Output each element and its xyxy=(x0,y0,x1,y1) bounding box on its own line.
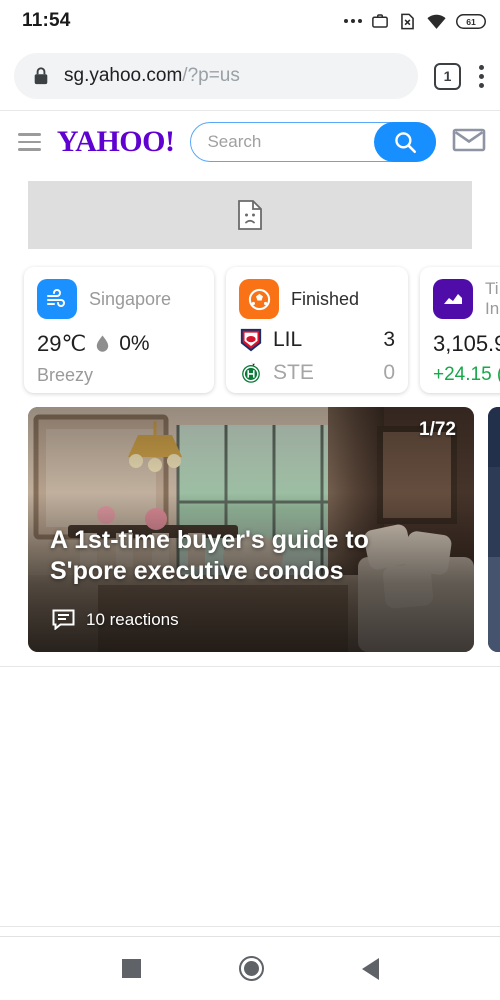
finance-index-line1: Ti xyxy=(485,279,499,298)
browser-toolbar: sg.yahoo.com/?p=us 1 xyxy=(0,42,500,110)
url-host: sg.yahoo.com xyxy=(64,65,183,86)
search-input[interactable] xyxy=(191,132,374,152)
status-time: 11:54 xyxy=(22,10,71,31)
article-reactions[interactable]: 10 reactions xyxy=(52,609,179,630)
android-navigation-bar xyxy=(0,936,500,1000)
article-card-next[interactable] xyxy=(488,407,500,652)
phone-screen: 11:54 61 sg.yahoo.com/?p=us 1 YAHOO! Sea… xyxy=(0,0,500,1000)
status-bar: 11:54 61 xyxy=(0,0,500,42)
broken-image-icon xyxy=(238,200,262,230)
droplet-icon xyxy=(96,335,109,352)
sports-status: Finished xyxy=(291,288,360,309)
url-path: /?p=us xyxy=(182,65,240,86)
article-carousel: 1/72 A 1st-time buyer's guide to S'pore … xyxy=(0,403,500,666)
wifi-icon xyxy=(427,14,446,29)
sports-team-abbr: LIL xyxy=(273,328,303,351)
recents-square-icon[interactable] xyxy=(121,959,141,978)
yahoo-site-header: YAHOO! xyxy=(0,111,500,173)
ad-banner-placeholder xyxy=(28,181,472,249)
mail-button[interactable] xyxy=(452,127,486,158)
battery-level-text: 61 xyxy=(466,16,476,26)
finance-index-line2: In xyxy=(485,299,500,319)
info-cards-strip: Singapore 29℃ 0% Breezy Finished LIL 3 S… xyxy=(0,259,500,403)
lille-crest-icon xyxy=(240,328,262,352)
hamburger-icon[interactable] xyxy=(14,133,41,151)
page-viewport: YAHOO! Search Singapore 29℃ 0% Breezy Fi… xyxy=(0,110,500,936)
briefcase-work-profile-icon xyxy=(372,14,388,28)
home-circle-icon[interactable] xyxy=(238,956,264,981)
article-image xyxy=(488,407,500,652)
sports-team-score: 3 xyxy=(383,328,395,351)
finance-card[interactable]: Ti In 3,105.9 +24.15 ( xyxy=(420,267,500,393)
saint-etienne-crest-icon xyxy=(242,361,260,383)
sim-card-off-icon xyxy=(401,13,414,29)
sports-team-abbr: STE xyxy=(273,361,314,384)
ad-banner[interactable] xyxy=(0,173,500,259)
yahoo-logo[interactable]: YAHOO! xyxy=(57,125,175,159)
empty-content-slot xyxy=(0,666,500,926)
battery-icon: 61 xyxy=(456,13,486,29)
empty-content-slot-lower xyxy=(0,926,500,927)
article-reactions-count: 10 reactions xyxy=(86,609,179,629)
back-triangle-icon[interactable] xyxy=(361,957,379,980)
sports-team-score: 0 xyxy=(383,361,395,384)
overflow-menu-button[interactable] xyxy=(479,64,484,88)
sports-team-row: LIL 3 xyxy=(239,328,395,352)
more-dots-icon xyxy=(344,19,362,23)
weather-precipitation: 0% xyxy=(119,332,150,355)
line-chart-icon xyxy=(433,279,473,320)
sports-card[interactable]: Finished LIL 3 STE 0 xyxy=(226,267,408,393)
finance-value: 3,105.9 xyxy=(433,331,500,357)
carousel-counter: 1/72 xyxy=(419,419,456,440)
sports-card-header: Finished xyxy=(239,279,395,319)
weather-card[interactable]: Singapore 29℃ 0% Breezy xyxy=(24,267,214,393)
tab-counter-button[interactable]: 1 xyxy=(434,62,461,90)
soccer-ball-icon xyxy=(239,279,279,319)
search-icon xyxy=(395,132,417,154)
search-button[interactable] xyxy=(374,122,436,162)
mail-icon xyxy=(452,128,486,151)
wind-icon xyxy=(37,279,77,319)
article-headline[interactable]: A 1st-time buyer's guide to S'pore execu… xyxy=(50,525,444,586)
lock-icon xyxy=(34,67,48,85)
finance-index-name: Ti In xyxy=(485,279,499,319)
sports-team-row: STE 0 xyxy=(239,361,395,385)
url-text: sg.yahoo.com/?p=us xyxy=(64,65,240,87)
weather-condition: Breezy xyxy=(37,365,94,385)
search-bar[interactable] xyxy=(190,122,436,162)
weather-readings: 29℃ 0% xyxy=(37,331,201,357)
weather-temperature: 29℃ xyxy=(37,331,87,356)
finance-change: +24.15 ( xyxy=(433,364,500,386)
article-card[interactable]: 1/72 A 1st-time buyer's guide to S'pore … xyxy=(28,407,474,652)
address-bar[interactable]: sg.yahoo.com/?p=us xyxy=(14,53,418,99)
weather-card-header: Singapore xyxy=(37,279,201,319)
weather-location: Singapore xyxy=(89,288,172,309)
status-icons: 61 xyxy=(344,12,486,31)
finance-card-header: Ti In xyxy=(433,279,500,320)
comment-icon xyxy=(52,609,75,630)
